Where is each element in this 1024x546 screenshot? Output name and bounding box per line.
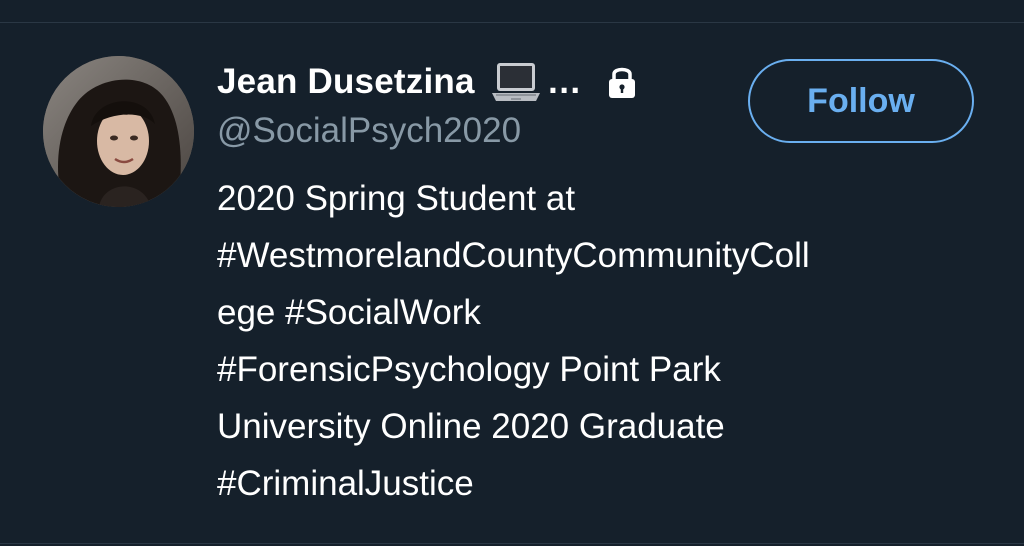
avatar[interactable] — [43, 56, 194, 207]
display-name[interactable]: Jean Dusetzina — [217, 62, 475, 102]
bio-line[interactable]: ege #SocialWork — [217, 284, 987, 341]
bio-line[interactable]: #WestmorelandCountyCommunityColl — [217, 227, 987, 284]
laptop-icon — [491, 61, 541, 103]
avatar-photo — [43, 56, 194, 207]
user-bio: 2020 Spring Student at #WestmorelandCoun… — [217, 170, 987, 512]
name-truncation: … — [546, 62, 582, 101]
bottom-divider — [0, 543, 1024, 544]
screen: Jean Dusetzina … @SocialPsych2020 2020 S… — [0, 0, 1024, 546]
bio-line[interactable]: #ForensicPsychology Point Park — [217, 341, 987, 398]
user-handle: @SocialPsych2020 — [217, 111, 522, 150]
follow-button[interactable]: Follow — [748, 59, 974, 143]
bio-line[interactable]: #CriminalJustice — [217, 455, 987, 512]
bio-line: 2020 Spring Student at — [217, 179, 576, 218]
name-row[interactable]: Jean Dusetzina … — [217, 58, 640, 106]
lock-icon — [604, 64, 640, 100]
bio-line: University Online 2020 Graduate — [217, 407, 725, 446]
